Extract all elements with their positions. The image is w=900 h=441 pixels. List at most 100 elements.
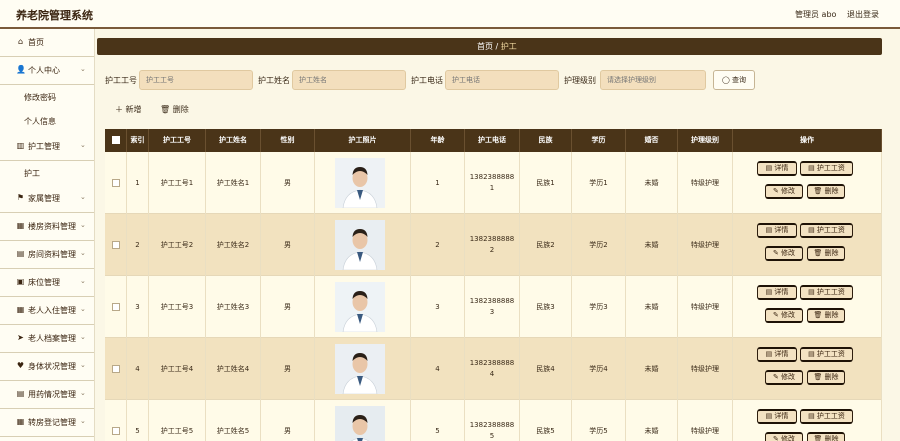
phone-line-1: 1382388888	[469, 297, 515, 305]
row-checkbox[interactable]	[111, 241, 120, 249]
batch-delete-button[interactable]: 🗑 删除	[160, 104, 189, 115]
sidebar-item-5[interactable]: ▤ 房间资料管理 ⌄	[0, 241, 94, 269]
column-header: 索引	[127, 129, 149, 152]
level-cell: 特级护理	[678, 338, 733, 400]
logout-link[interactable]: 退出登录	[847, 9, 879, 20]
delete-button[interactable]: 🗑 删除	[807, 370, 845, 385]
number-cell: 护工工号1	[149, 152, 206, 214]
home-icon: ⌂	[17, 37, 24, 46]
sidebar-item-6[interactable]: ▣ 床位管理 ⌄	[0, 269, 94, 297]
row-checkbox[interactable]	[111, 365, 120, 373]
delete-button[interactable]: 🗑 删除	[807, 184, 845, 199]
sidebar-item-0[interactable]: ⌂ 首页	[0, 29, 94, 57]
detail-button-label: 详情	[774, 412, 789, 420]
search-button[interactable]: ◯ 查询	[713, 70, 755, 90]
number-cell: 护工工号2	[149, 214, 206, 276]
edit-button[interactable]: ✎ 修改	[765, 370, 803, 385]
nation-cell: 民族2	[520, 214, 572, 276]
search-input-name[interactable]	[292, 70, 406, 90]
search-label-level: 护理级别	[564, 76, 596, 85]
edit-button[interactable]: ✎ 修改	[765, 246, 803, 261]
table-row: 2 护工工号2 护工姓名2 男 2 1382388888 2 民族2 学历2 未婚 特级护理 ▤ 详情…	[105, 214, 882, 276]
row-select-cell	[105, 276, 127, 338]
search-input-phone[interactable]	[445, 70, 559, 90]
table-row: 3 护工工号3 护工姓名3 男 3 1382388888 3 民族3 学历3 未婚 特级护理 ▤ 详情…	[105, 276, 882, 338]
sidebar-item-8[interactable]: ➤ 老人档案管理 ⌄	[0, 325, 94, 353]
edit-button[interactable]: ✎ 修改	[765, 184, 803, 199]
gender-cell: 男	[261, 400, 315, 441]
add-button[interactable]: ＋ 新增	[115, 104, 142, 115]
search-input-number[interactable]	[139, 70, 253, 90]
trash-icon: 🗑	[813, 249, 825, 257]
chevron-down-icon: ⌄	[80, 193, 86, 201]
row-checkbox[interactable]	[111, 179, 120, 187]
column-header: 学历	[572, 129, 626, 152]
delete-button[interactable]: 🗑 删除	[807, 246, 845, 261]
salary-icon: ▤	[808, 226, 817, 234]
salary-button[interactable]: ▤ 护工工资	[800, 161, 853, 176]
column-header: 护工姓名	[206, 129, 261, 152]
detail-button[interactable]: ▤ 详情	[757, 223, 797, 238]
phone-line-2: 2	[489, 246, 495, 254]
column-header: 护工电话	[465, 129, 520, 152]
admin-user-label[interactable]: 管理员 abo	[795, 9, 836, 20]
row-checkbox[interactable]	[111, 303, 120, 311]
app-title: 养老院管理系统	[16, 9, 93, 22]
salary-button-label: 护工工资	[816, 350, 845, 358]
detail-button[interactable]: ▤ 详情	[757, 285, 797, 300]
detail-button[interactable]: ▤ 详情	[757, 409, 797, 424]
sidebar-item-label: 家属管理	[28, 194, 60, 203]
gender-cell: 男	[261, 338, 315, 400]
detail-button[interactable]: ▤ 详情	[757, 161, 797, 176]
column-header: 护工工号	[149, 129, 206, 152]
edit-button[interactable]: ✎ 修改	[765, 432, 803, 441]
index-cell: 3	[127, 276, 149, 338]
sidebar-item-2[interactable]: ▥ 护工管理 ⌄	[0, 133, 94, 161]
sidebar-item-10[interactable]: ▤ 用药情况管理 ⌄	[0, 381, 94, 409]
sidebar-item-11[interactable]: ▦ 转房登记管理 ⌄	[0, 409, 94, 437]
sidebar-item-3[interactable]: ⚑ 家属管理 ⌄	[0, 185, 94, 213]
edit-button[interactable]: ✎ 修改	[765, 308, 803, 323]
select-all-cell[interactable]	[105, 129, 127, 152]
sidebar-subitem[interactable]: 护工	[0, 161, 94, 185]
nation-cell: 民族3	[520, 276, 572, 338]
delete-button-label: 删除	[824, 311, 839, 319]
chevron-down-icon: ⌄	[80, 277, 86, 285]
edit-button-label: 修改	[781, 249, 796, 257]
search-select-level[interactable]	[600, 70, 706, 90]
delete-button-label: 删除	[824, 435, 839, 441]
sidebar-item-7[interactable]: ▦ 老人入住管理 ⌄	[0, 297, 94, 325]
edit-icon: ✎	[772, 435, 782, 441]
phone-line-1: 1382388888	[469, 421, 515, 429]
column-header: 操作	[733, 129, 882, 152]
sidebar-subitem[interactable]: 修改密码	[0, 85, 94, 109]
level-cell: 特级护理	[678, 400, 733, 441]
delete-button[interactable]: 🗑 删除	[807, 432, 845, 441]
nurse-photo	[335, 406, 385, 441]
salary-button[interactable]: ▤ 护工工资	[800, 347, 853, 362]
table-row: 5 护工工号5 护工姓名5 男 5 1382388888 5 民族5 学历5 未婚 特级护理 ▤ 详情…	[105, 400, 882, 441]
sidebar-item-label: 身体状况管理	[28, 362, 76, 371]
detail-button[interactable]: ▤ 详情	[757, 347, 797, 362]
trash-icon: 🗑	[813, 435, 825, 441]
photo-cell	[315, 152, 411, 214]
salary-button[interactable]: ▤ 护工工资	[800, 409, 853, 424]
delete-button-label: 删除	[824, 249, 839, 257]
breadcrumb-home[interactable]: 首页	[477, 42, 493, 51]
sidebar-item-label: 用药情况管理	[28, 390, 76, 399]
sidebar-subitem[interactable]: 个人信息	[0, 109, 94, 133]
sidebar-item-9[interactable]: ♥ 身体状况管理 ⌄	[0, 353, 94, 381]
table-row: 1 护工工号1 护工姓名1 男 1 1382388888 1 民族1 学历1 未婚 特级护理 ▤ 详情…	[105, 152, 882, 214]
row-checkbox[interactable]	[111, 427, 120, 435]
select-all-checkbox[interactable]	[111, 136, 120, 144]
delete-button[interactable]: 🗑 删除	[807, 308, 845, 323]
main-content: 首页 / 护工 护工工号 护工姓名 护工电话 护理级别 ◯ 查询 ＋ 新增 🗑 …	[95, 29, 900, 441]
edu-cell: 学历4	[572, 338, 626, 400]
salary-button[interactable]: ▤ 护工工资	[800, 223, 853, 238]
nurse-photo	[335, 344, 385, 394]
phone-cell: 1382388888 5	[465, 400, 520, 441]
salary-button[interactable]: ▤ 护工工资	[800, 285, 853, 300]
sidebar-item-1[interactable]: 👤 个人中心 ⌄	[0, 57, 94, 85]
sidebar-item-4[interactable]: ▦ 楼房资料管理 ⌄	[0, 213, 94, 241]
phone-line-2: 1	[489, 184, 495, 192]
